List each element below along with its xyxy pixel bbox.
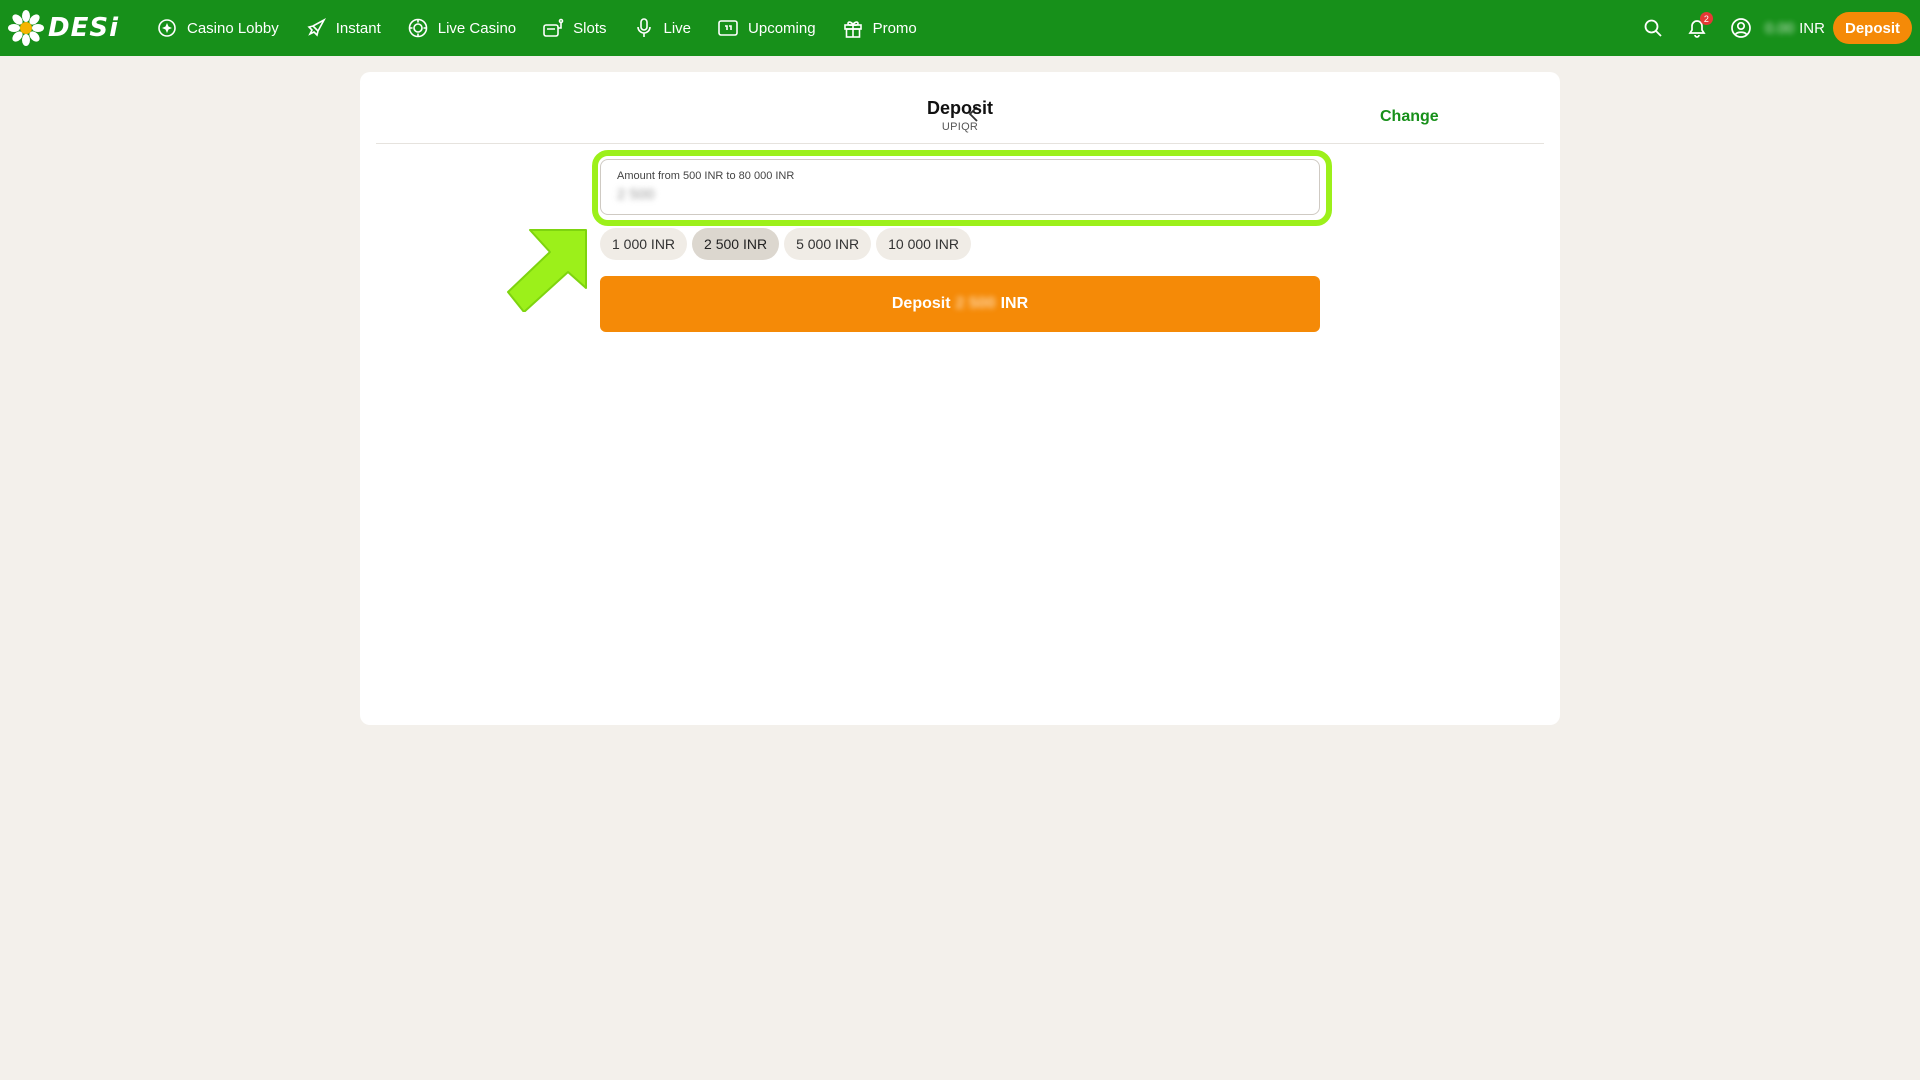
- top-navigation-bar: DESi Casino Lobby Instant Live Casino Sl…: [0, 0, 1920, 56]
- nav-label: Live Casino: [437, 19, 517, 37]
- search-button[interactable]: [1631, 0, 1675, 56]
- preset-chip[interactable]: 10 000 INR: [876, 228, 971, 260]
- nav-label: Casino Lobby: [186, 19, 279, 37]
- pointer-arrow-icon: [507, 229, 587, 312]
- amount-input[interactable]: [617, 186, 817, 203]
- rocket-icon: [307, 17, 326, 37]
- logo[interactable]: DESi: [8, 0, 119, 56]
- main-nav: Casino Lobby Instant Live Casino Slots L…: [143, 0, 930, 56]
- nav-item-live[interactable]: Live: [620, 0, 705, 56]
- deposit-submit-amount: 2 500: [955, 295, 996, 312]
- deposit-submit-button[interactable]: Deposit 2 500 INR: [600, 276, 1320, 332]
- logo-text: DESi: [48, 13, 119, 43]
- deposit-header: Deposit UPIQR Change: [376, 72, 1544, 144]
- deposit-submit-label: Deposit: [891, 295, 951, 312]
- deposit-card: Deposit UPIQR Change Amount from 500 INR…: [360, 72, 1560, 725]
- preset-chip-selected[interactable]: 2 500 INR: [692, 228, 780, 260]
- nav-item-live-casino[interactable]: Live Casino: [394, 0, 529, 56]
- page-title: Deposit: [926, 98, 993, 118]
- header-tools: 2 0.00 INR Deposit: [1631, 0, 1912, 56]
- balance-value: 0.00: [1764, 19, 1795, 37]
- change-method-link[interactable]: Change: [1380, 108, 1439, 126]
- scoreboard-icon: [718, 20, 738, 36]
- payment-method-label: UPIQR: [941, 121, 979, 133]
- nav-item-casino-lobby[interactable]: Casino Lobby: [143, 0, 292, 56]
- preset-chip[interactable]: 5 000 INR: [784, 228, 872, 260]
- flower-logo-icon: [8, 10, 44, 46]
- amount-field[interactable]: Amount from 500 INR to 80 000 INR: [600, 159, 1320, 215]
- preset-chip[interactable]: 1 000 INR: [600, 228, 688, 260]
- slot-machine-icon: [543, 18, 564, 37]
- balance-display[interactable]: 0.00 INR: [1765, 20, 1825, 37]
- nav-item-upcoming[interactable]: Upcoming: [704, 0, 829, 56]
- microphone-icon: [636, 18, 651, 37]
- header-deposit-button[interactable]: Deposit: [1832, 12, 1912, 44]
- search-icon: [1644, 19, 1662, 37]
- notification-count-badge: 2: [1699, 12, 1713, 25]
- nav-label: Upcoming: [748, 19, 816, 37]
- amount-presets: 1 000 INR 2 500 INR 5 000 INR 10 000 INR: [600, 228, 976, 260]
- user-icon: [1731, 18, 1751, 38]
- nav-item-promo[interactable]: Promo: [829, 0, 930, 56]
- deposit-title-block: Deposit UPIQR: [376, 98, 1544, 133]
- profile-button[interactable]: [1719, 0, 1763, 56]
- casino-icon: [158, 19, 176, 37]
- chip-icon: [408, 18, 428, 38]
- nav-label: Slots: [573, 19, 607, 37]
- balance-currency: INR: [1799, 19, 1825, 37]
- nav-label: Instant: [335, 19, 381, 37]
- amount-field-label: Amount from 500 INR to 80 000 INR: [617, 170, 795, 182]
- nav-item-instant[interactable]: Instant: [292, 0, 394, 56]
- nav-label: Live: [663, 19, 692, 37]
- nav-label: Promo: [872, 19, 917, 37]
- deposit-submit-currency: INR: [1000, 295, 1029, 312]
- gift-icon: [843, 21, 862, 38]
- nav-item-slots[interactable]: Slots: [529, 0, 619, 56]
- notifications-button[interactable]: 2: [1675, 0, 1719, 56]
